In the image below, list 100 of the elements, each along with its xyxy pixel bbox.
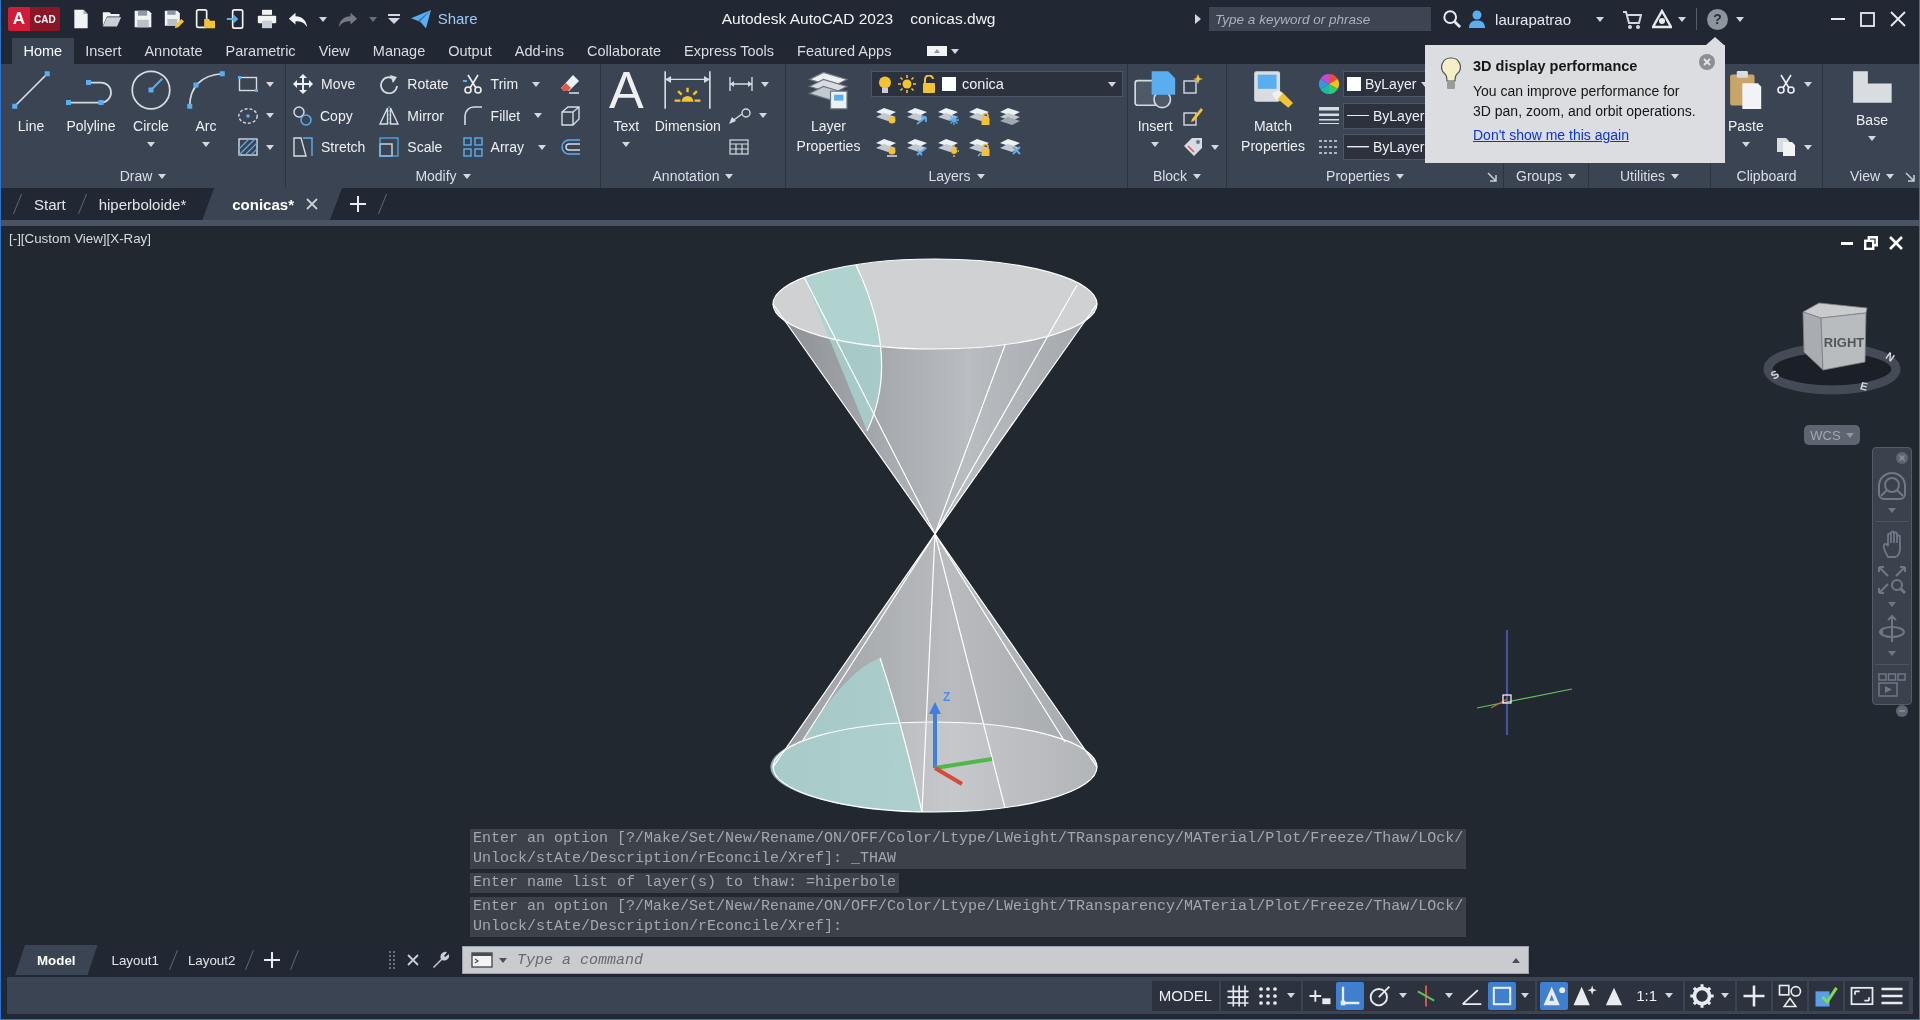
table-icon[interactable] [728,139,749,155]
file-tab[interactable]: hiperboloide* [82,188,203,220]
compass-label[interactable]: N [1883,349,1897,364]
cart-icon[interactable] [1622,9,1642,29]
view-menu-control[interactable]: [Custom View] [20,231,107,246]
layers-icon[interactable] [875,105,897,126]
arc-tool-button[interactable]: Arc [183,69,229,147]
right-angle-icon[interactable] [1336,981,1365,1010]
caret-icon[interactable] [976,173,985,179]
open-folder-icon[interactable] [101,9,122,29]
array-button[interactable]: Array [462,134,547,160]
panel-title[interactable]: View [1849,168,1881,184]
maximize-icon[interactable] [1860,11,1875,27]
console-icon[interactable] [471,952,493,968]
ribbon-tab[interactable]: Collaborate [575,38,673,64]
linear-dimension-icon[interactable] [728,76,753,92]
ribbon-tab[interactable]: Home [12,38,74,64]
caret-icon[interactable] [1596,16,1604,22]
grip-icon[interactable] [389,951,395,969]
ribbon-tab[interactable]: Express Tools [672,38,786,64]
dialog-launcher-icon[interactable] [1487,172,1497,182]
match-properties-button[interactable]: Match Properties [1231,69,1315,156]
caret-icon[interactable] [1803,81,1812,87]
expand-arrow-icon[interactable] [1195,14,1202,24]
share-button[interactable]: Share [410,9,478,29]
layer-dropdown[interactable]: conica [871,71,1123,97]
fillet-button[interactable]: Fillet [462,102,547,129]
panel-title[interactable]: Groups [1516,168,1562,184]
caret-icon[interactable] [158,173,167,179]
plus-icon[interactable] [349,196,366,212]
caret-icon[interactable] [266,144,274,150]
insert-button[interactable]: Insert [1131,69,1180,147]
save-icon[interactable] [132,9,153,29]
leader-arrow-icon[interactable] [728,107,751,124]
move-button[interactable]: Move [293,71,366,97]
block-pencil-icon[interactable] [1183,105,1204,126]
view-cube[interactable] [1802,302,1868,371]
layout-tab[interactable]: Layout1 [97,945,173,975]
caret-icon[interactable] [1445,993,1454,998]
close-icon[interactable] [1890,11,1906,27]
tag-icon[interactable] [1183,137,1204,157]
eraser-icon[interactable] [560,74,581,94]
dialog-launcher-icon[interactable] [1905,172,1915,182]
caret-icon[interactable] [1721,993,1729,998]
caret-icon[interactable] [1678,16,1686,22]
dismiss-link[interactable]: Don't show me this again [1473,127,1629,143]
ribbon-tab[interactable]: View [307,38,362,64]
viewport-menu-control[interactable]: [-] [9,231,21,246]
rotate-button[interactable]: Rotate [379,71,449,97]
ribbon-tab[interactable]: Manage [361,38,437,64]
file-tab[interactable]: Start [18,188,82,220]
text-tool-button[interactable]: A Text [606,69,647,147]
ribbon-tab[interactable]: Add-ins [503,38,576,64]
panel-title[interactable]: Clipboard [1736,168,1797,184]
layer-properties-button[interactable]: Layer Properties [790,69,867,156]
caret-icon[interactable] [266,81,274,87]
copy-button[interactable]: Copy [293,102,366,129]
file-tab[interactable]: conicas* [202,188,342,220]
caret-icon[interactable] [1287,993,1296,998]
caret-icon[interactable] [1886,173,1895,179]
ellipse-icon[interactable] [238,107,258,124]
copy-icon[interactable] [1775,137,1796,157]
cube-icon[interactable] [560,105,581,126]
block-star-icon[interactable] [1183,74,1204,94]
caret-icon[interactable] [266,113,274,118]
caret-icon[interactable] [1671,173,1680,179]
caret-icon[interactable] [1512,957,1520,963]
minus-circle-icon[interactable] [1896,705,1908,717]
search-field[interactable]: Type a keyword or phrase [1209,7,1432,31]
close-icon[interactable] [305,198,318,210]
plus-icon[interactable] [264,952,281,968]
compass-label[interactable]: E [1858,379,1870,393]
panel-title[interactable]: Draw [119,168,153,184]
user-name[interactable]: laurapatrao [1495,10,1571,28]
command-input[interactable]: Type a command [513,951,1506,969]
line-tool-button[interactable]: Line [8,69,54,136]
search-icon[interactable] [1443,10,1462,28]
scissors-icon[interactable] [1775,74,1796,94]
caret-icon[interactable] [1521,993,1530,998]
printer-icon[interactable] [256,9,277,29]
layers-icon[interactable] [937,136,959,157]
panel-toggle-icon[interactable] [926,46,947,56]
panel-title[interactable]: Annotation [652,168,720,184]
polyline-tool-button[interactable]: Polyline [63,69,119,136]
panel-title[interactable]: Modify [415,168,457,184]
layers-icon[interactable] [906,105,928,126]
trim-button[interactable]: Trim [462,71,547,97]
caret-icon[interactable] [1803,144,1812,150]
layers-icon[interactable] [875,136,897,157]
caret-icon[interactable] [1395,173,1404,179]
layout-tab[interactable]: Layout2 [173,945,250,975]
color-wheel-icon[interactable] [1319,74,1339,94]
settings-icon[interactable] [1688,981,1716,1010]
wrench-icon[interactable] [431,951,449,969]
caret-icon[interactable] [318,16,327,22]
ribbon-tab[interactable]: Insert [73,38,133,64]
offset-curves-icon[interactable] [560,138,581,156]
ribbon-tab[interactable]: Parametric [214,38,308,64]
caret-icon[interactable] [1399,993,1408,998]
caret-icon[interactable] [760,81,769,87]
